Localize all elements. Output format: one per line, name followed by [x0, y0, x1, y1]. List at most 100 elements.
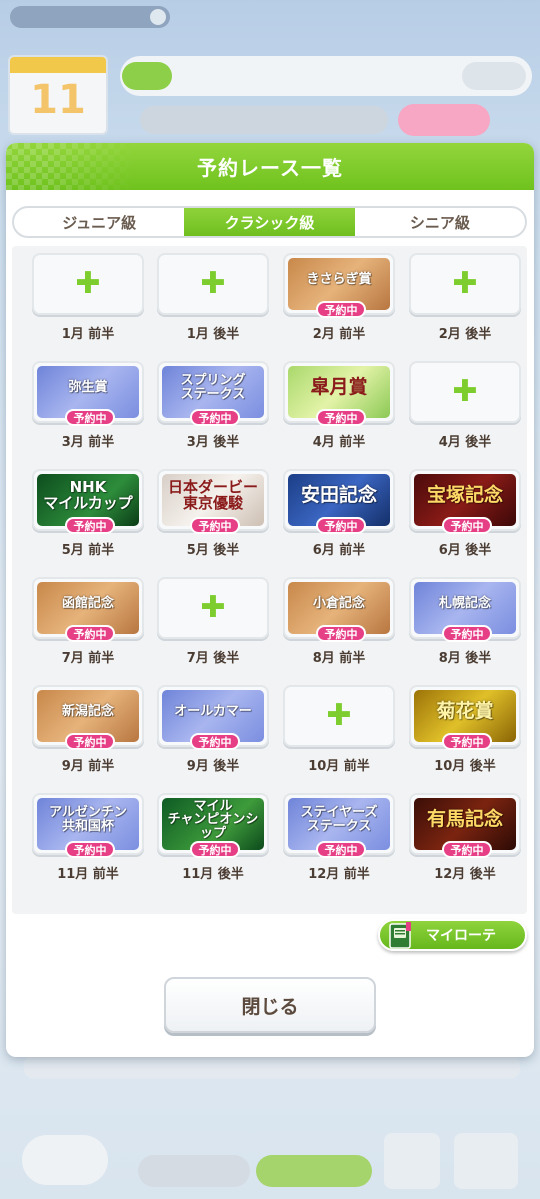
race-name: マイル チャンピオンシップ	[167, 798, 259, 841]
race-name: 有馬記念	[426, 808, 503, 831]
tab-junior[interactable]: ジュニア級	[14, 208, 184, 236]
background-title-pill	[10, 6, 170, 28]
info-icon	[150, 9, 166, 25]
race-card[interactable]: NHK マイルカップ予約中	[32, 469, 144, 534]
reserved-races-modal: 予約レース一覧 ジュニア級 クラシック級 シニア級 ✚ 1月 前半 ✚ 1月 後半 きさ…	[6, 143, 534, 1057]
add-race-button[interactable]: ✚	[409, 253, 521, 315]
tab-senior[interactable]: シニア級	[355, 208, 525, 236]
background-pink-button	[398, 104, 490, 136]
slot-date-label: 4月 前半	[312, 435, 366, 450]
race-slot: 弥生賞 予約中 3月 前半	[32, 361, 144, 461]
race-card[interactable]: 小倉記念 予約中	[283, 577, 395, 642]
modal-header: 予約レース一覧	[6, 143, 534, 190]
book-icon	[389, 922, 411, 949]
background-green-button	[256, 1155, 372, 1187]
race-name: 函館記念	[61, 596, 114, 612]
race-schedule-grid: ✚ 1月 前半 ✚ 1月 後半 きさらぎ賞 予約中 2月 前半 ✚ 2月 後半 弥生賞 予約中 3月 …	[12, 246, 527, 914]
race-slot: 菊花賞予約中 10月 後半	[409, 685, 521, 785]
race-card[interactable]: 菊花賞 予約中	[409, 685, 521, 750]
race-slot: ✚ 1月 後半	[157, 253, 269, 353]
race-card[interactable]: オールカマー 予約中	[157, 685, 269, 750]
race-card[interactable]: ステイヤーズ ステークス 予約中	[283, 793, 395, 858]
reserved-badge: 予約中	[442, 625, 492, 642]
race-card[interactable]: 日本ダービー 東京優駿予約中	[157, 469, 269, 534]
my-route-label: マイローテ	[426, 928, 496, 944]
background-menu-button	[384, 1133, 440, 1189]
race-name: 皐月賞	[310, 376, 368, 399]
race-slot: 新潟記念 予約中 9月 前半	[32, 685, 144, 785]
tab-classic[interactable]: クラシック級	[184, 208, 355, 236]
reserved-badge: 予約中	[442, 841, 492, 858]
slot-date-label: 2月 前半	[312, 327, 366, 342]
reserved-badge: 予約中	[65, 409, 115, 426]
race-name: 札幌記念	[438, 596, 491, 612]
reserved-badge: 予約中	[65, 733, 115, 750]
add-race-button[interactable]: ✚	[32, 253, 144, 315]
race-card[interactable]: スプリング ステークス予約中	[157, 361, 269, 426]
add-race-button[interactable]: ✚	[157, 253, 269, 315]
race-slot: ✚ 4月 後半	[409, 361, 521, 461]
race-name: 菊花賞	[436, 700, 494, 723]
slot-date-label: 12月 前半	[308, 867, 370, 882]
reserved-badge: 予約中	[65, 517, 115, 534]
add-race-button[interactable]: ✚	[409, 361, 521, 423]
race-card[interactable]: 新潟記念 予約中	[32, 685, 144, 750]
slot-date-label: 7月 後半	[186, 651, 240, 666]
reserved-badge: 予約中	[190, 517, 240, 534]
reserved-badge: 予約中	[316, 841, 366, 858]
reserved-badge: 予約中	[316, 409, 366, 426]
race-card[interactable]: マイル チャンピオンシップ 予約中	[157, 793, 269, 858]
plus-icon: ✚	[452, 374, 478, 409]
reserved-badge: 予約中	[65, 841, 115, 858]
race-card[interactable]: 安田記念 予約中	[283, 469, 395, 534]
plus-icon: ✚	[326, 698, 352, 733]
reserved-badge: 予約中	[442, 733, 492, 750]
slot-date-label: 4月 後半	[438, 435, 492, 450]
slot-date-label: 3月 前半	[61, 435, 115, 450]
slot-date-label: 2月 後半	[438, 327, 492, 342]
background-goal-bar	[120, 56, 532, 96]
race-name: NHK マイルカップ	[43, 478, 133, 512]
reserved-badge: 予約中	[316, 625, 366, 642]
slot-date-label: 10月 前半	[308, 759, 370, 774]
race-slot: 函館記念 予約中 7月 前半	[32, 577, 144, 677]
race-slot: NHK マイルカップ予約中 5月 前半	[32, 469, 144, 569]
race-slot: スプリング ステークス予約中 3月 後半	[157, 361, 269, 461]
add-race-button[interactable]: ✚	[283, 685, 395, 747]
background-turn-counter: 11	[8, 55, 108, 135]
race-slot: マイル チャンピオンシップ 予約中 11月 後半	[157, 793, 269, 893]
plus-icon: ✚	[75, 266, 101, 301]
slot-date-label: 10月 後半	[434, 759, 496, 774]
my-route-button[interactable]: マイローテ	[378, 919, 527, 951]
race-name: スプリング ステークス	[180, 373, 246, 402]
plus-icon: ✚	[200, 590, 226, 625]
race-slot: きさらぎ賞 予約中 2月 前半	[283, 253, 395, 353]
slot-date-label: 5月 前半	[61, 543, 115, 558]
race-slot: 皐月賞予約中 4月 前半	[283, 361, 395, 461]
plus-icon: ✚	[452, 266, 478, 301]
add-race-button[interactable]: ✚	[157, 577, 269, 639]
race-slot: ✚ 2月 後半	[409, 253, 521, 353]
race-card[interactable]: 函館記念 予約中	[32, 577, 144, 642]
reserved-badge: 予約中	[316, 517, 366, 534]
race-slot: 安田記念 予約中 6月 前半	[283, 469, 395, 569]
race-card[interactable]: 宝塚記念 予約中	[409, 469, 521, 534]
race-slot: 小倉記念 予約中 8月 前半	[283, 577, 395, 677]
race-card[interactable]: きさらぎ賞 予約中	[283, 253, 395, 318]
race-slot: 札幌記念予約中 8月 後半	[409, 577, 521, 677]
race-card[interactable]: 有馬記念 予約中	[409, 793, 521, 858]
race-card[interactable]: 皐月賞 予約中	[283, 361, 395, 426]
race-card[interactable]: 弥生賞 予約中	[32, 361, 144, 426]
close-button[interactable]: 閉じる	[164, 977, 376, 1033]
race-card[interactable]: 札幌記念 予約中	[409, 577, 521, 642]
race-slot: ✚ 10月 前半	[283, 685, 395, 785]
slot-date-label: 3月 後半	[186, 435, 240, 450]
reserved-badge: 予約中	[190, 409, 240, 426]
slot-date-label: 11月 前半	[57, 867, 119, 882]
race-slot: 宝塚記念 予約中 6月 後半	[409, 469, 521, 569]
race-name: 日本ダービー 東京優駿	[167, 478, 258, 512]
slot-date-label: 8月 後半	[438, 651, 492, 666]
turn-number: 11	[30, 77, 86, 123]
race-card[interactable]: アルゼンチン 共和国杯 予約中	[32, 793, 144, 858]
slot-date-label: 6月 後半	[438, 543, 492, 558]
